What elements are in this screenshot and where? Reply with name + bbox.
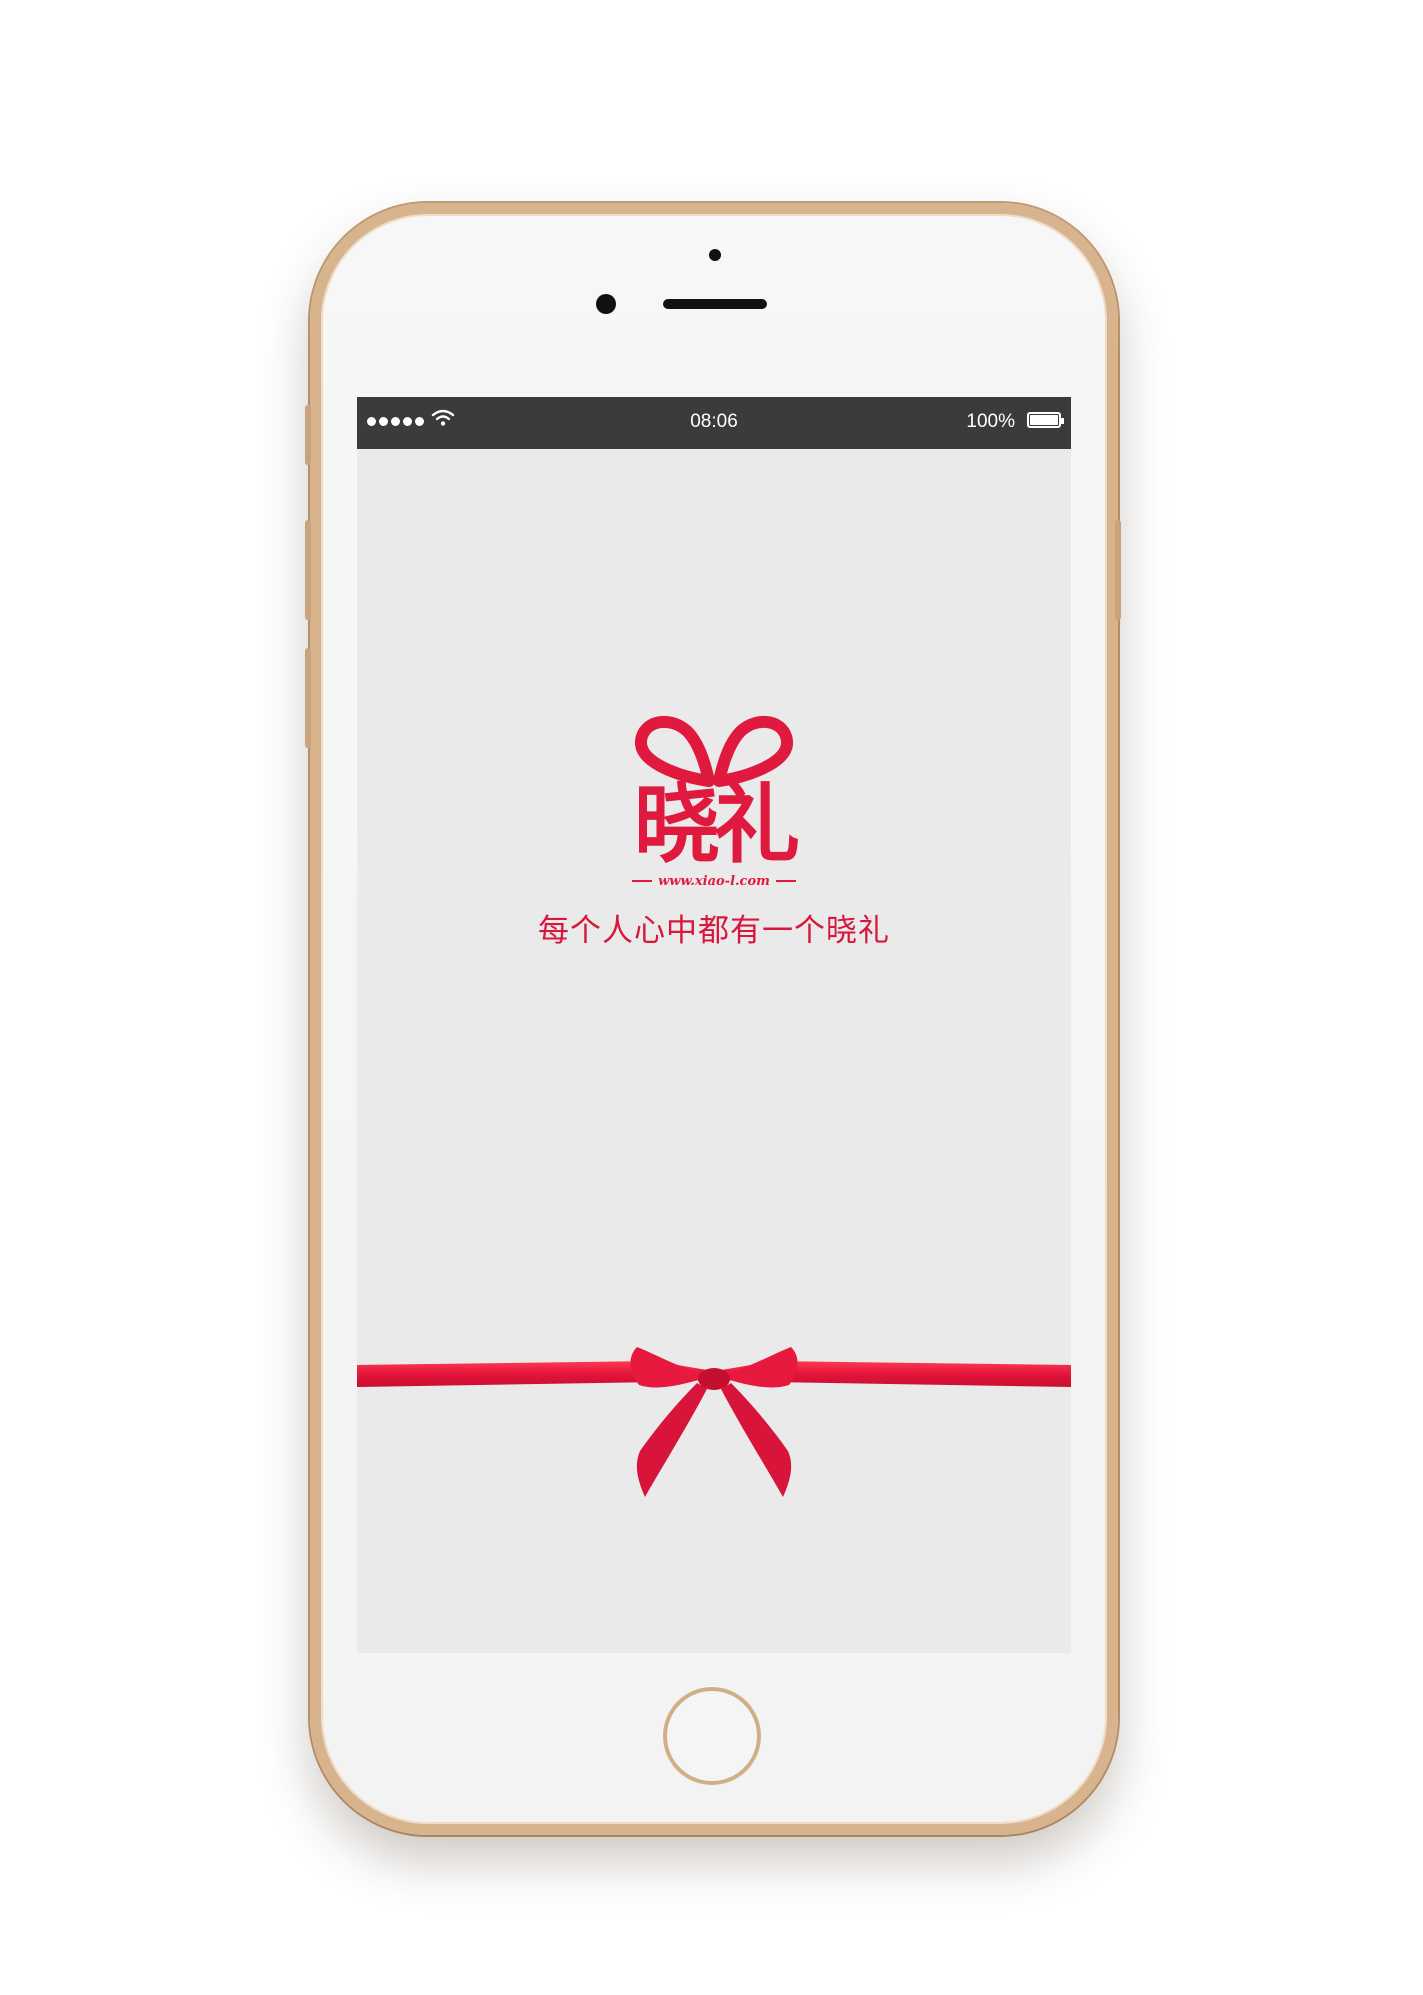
ribbon-bow-icon xyxy=(357,1347,1071,1497)
home-button[interactable] xyxy=(663,1687,761,1785)
mute-switch xyxy=(305,405,311,465)
status-bar: 08:06 100% xyxy=(357,397,1071,449)
front-camera xyxy=(596,294,616,314)
volume-down-button xyxy=(305,648,311,748)
power-button xyxy=(1115,520,1121,620)
earpiece-speaker xyxy=(663,299,767,309)
slogan: 每个人心中都有一个晓礼 xyxy=(538,913,890,949)
battery-icon xyxy=(1027,412,1064,428)
app-screen: 08:06 100% 晓礼 www.xiao-l.com 每个人心中都有一个晓礼 xyxy=(357,397,1071,1653)
status-time: 08:06 xyxy=(690,411,738,432)
logo-text: 晓礼 xyxy=(634,775,800,875)
app-logo: 晓礼 www.xiao-l.com xyxy=(621,707,807,889)
logo-url-line: www.xiao-l.com xyxy=(621,873,807,889)
proximity-sensor xyxy=(709,249,721,261)
logo-url: www.xiao-l.com xyxy=(658,873,770,889)
battery-percent: 100% xyxy=(966,411,1015,432)
battery-level xyxy=(1030,415,1058,425)
volume-up-button xyxy=(305,520,311,620)
